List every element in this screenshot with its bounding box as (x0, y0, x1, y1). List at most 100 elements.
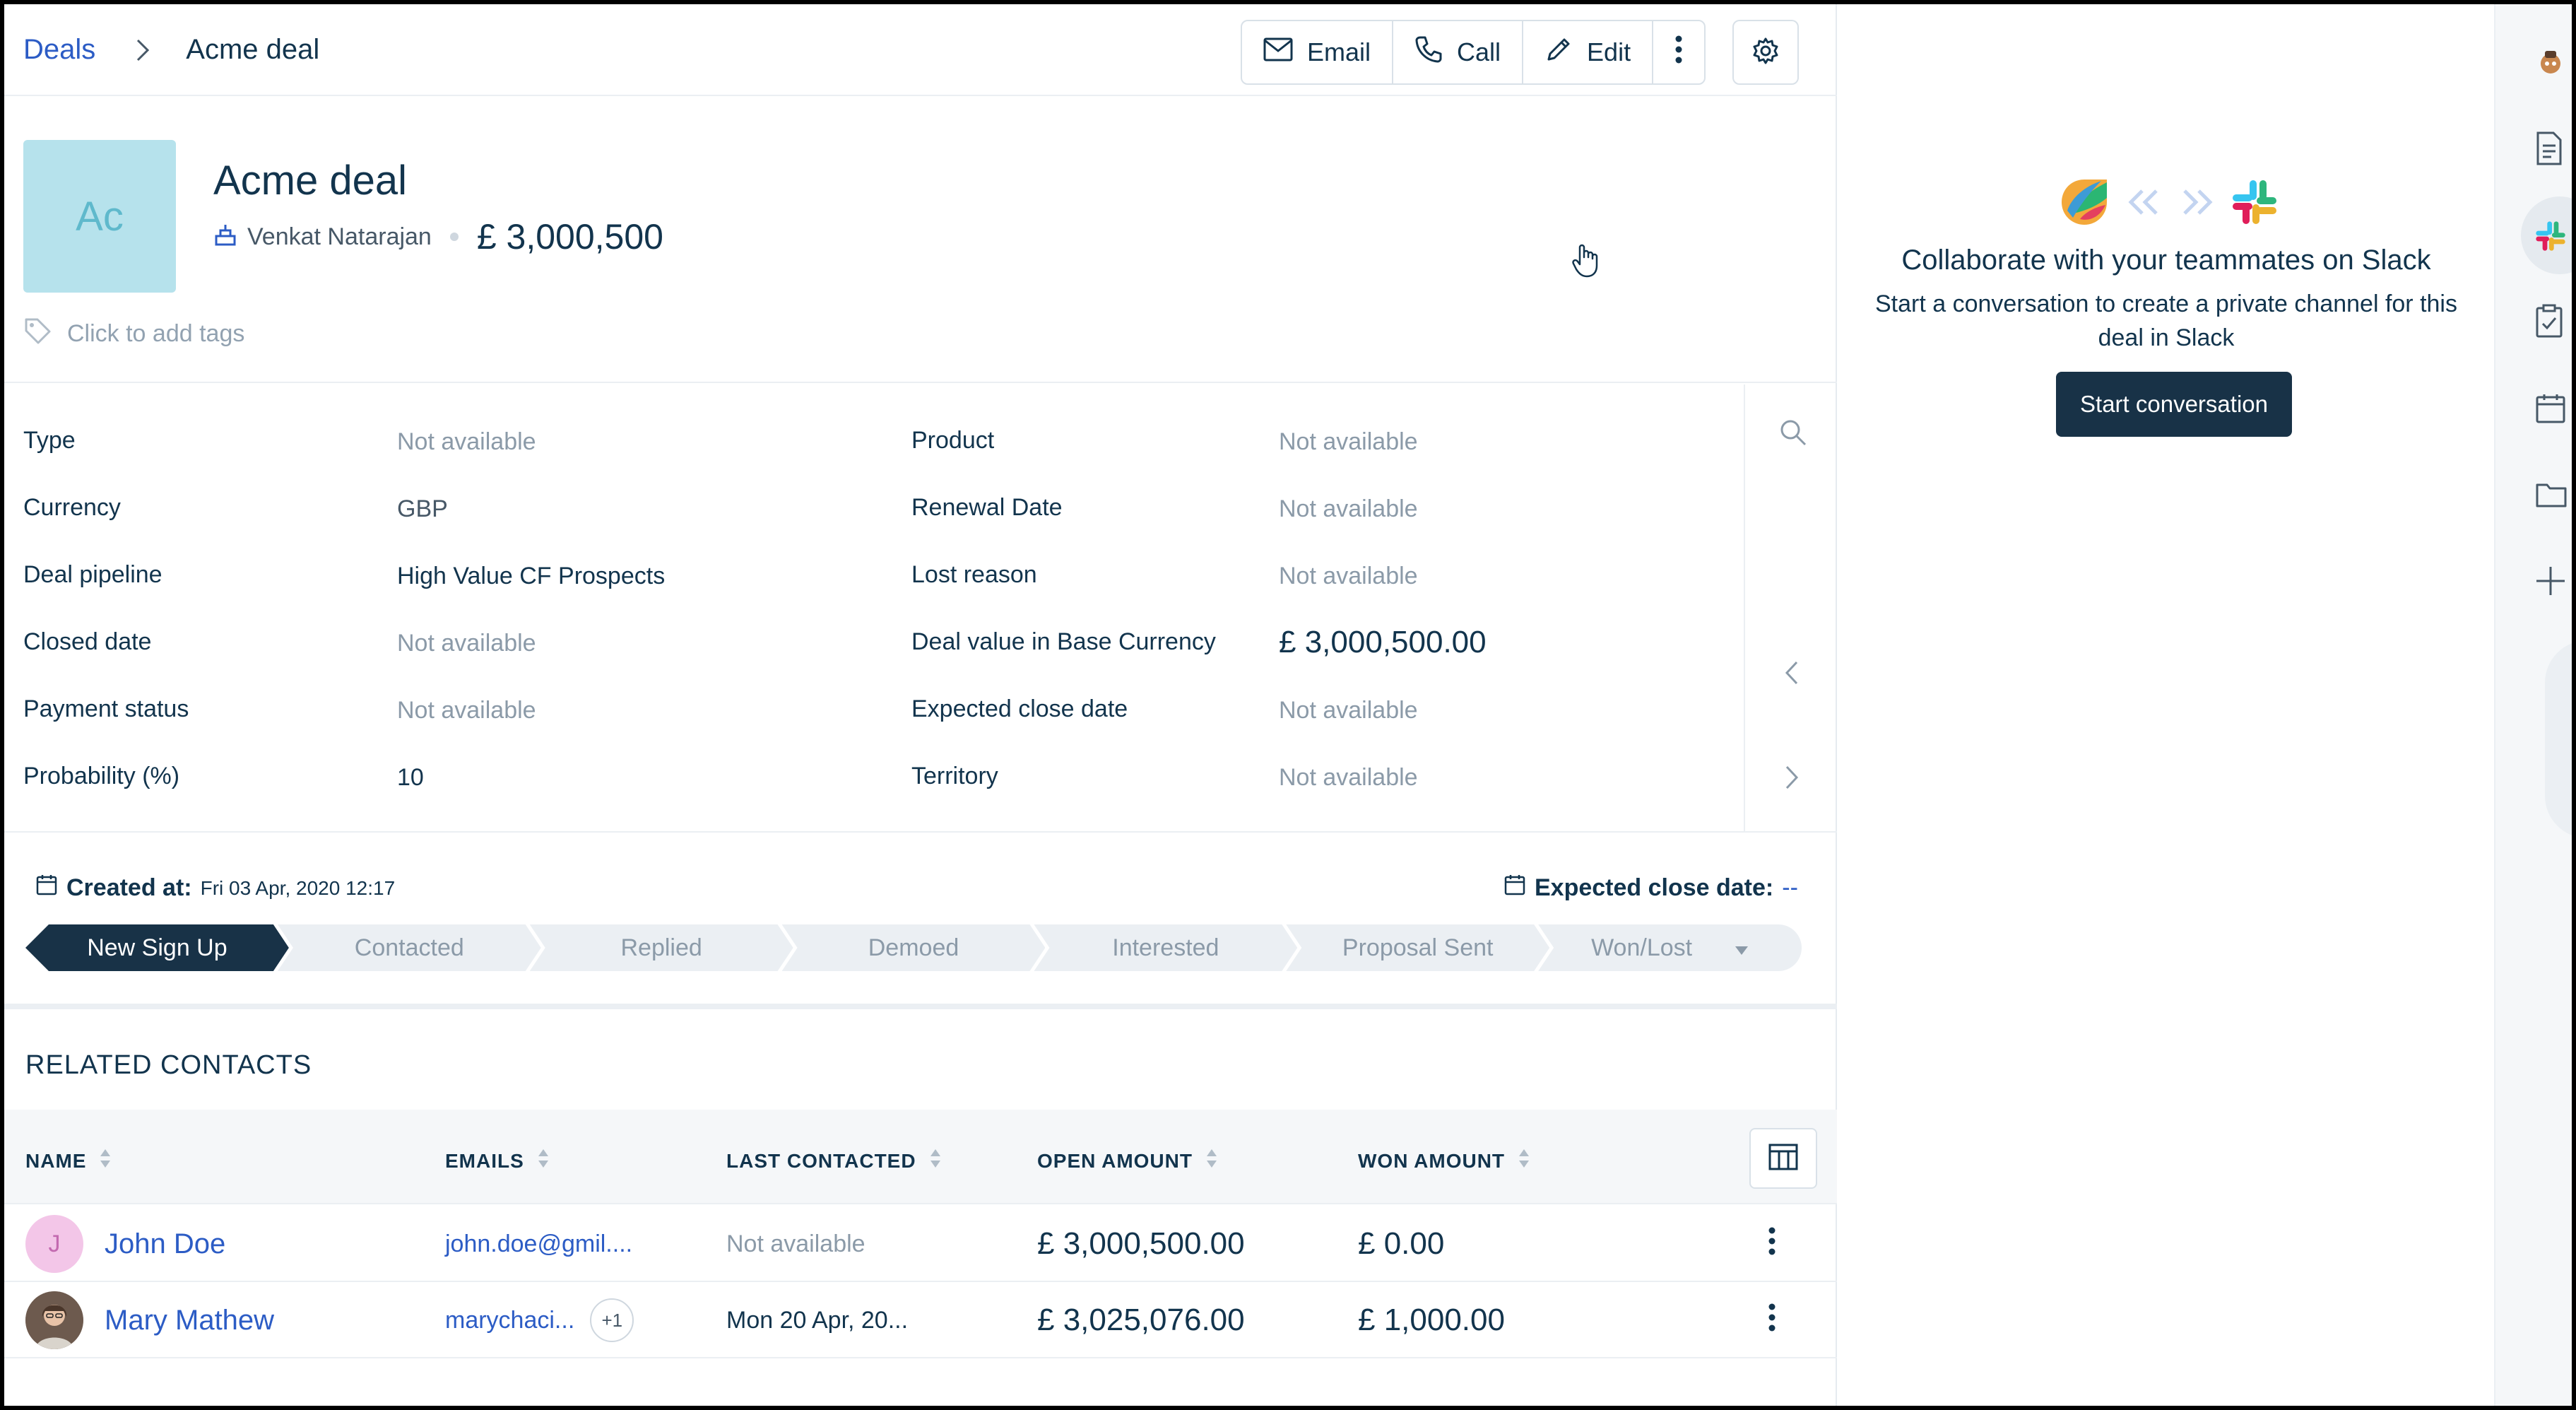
owner-row: Venkat Natarajan £ 3,000,500 (213, 216, 663, 257)
field-value-closed-date[interactable]: Not available (397, 630, 536, 657)
edit-button[interactable]: Edit (1523, 21, 1654, 83)
deal-pipeline-stages: Created at: Fri 03 Apr, 2020 12:17 Expec… (4, 834, 1837, 1009)
deal-detail-pane: Deals Acme deal Email Call Edit Ac Acme … (4, 4, 1837, 1406)
column-header-name[interactable]: NAME (25, 1148, 112, 1174)
field-value-renewal-date[interactable]: Not available (1279, 495, 1418, 523)
created-at-value: Fri 03 Apr, 2020 12:17 (200, 876, 396, 899)
contacts-table-header: NAME EMAILS LAST CONTACTED OPEN AMOUNT W… (4, 1110, 1837, 1204)
app-window: Deals Acme deal Email Call Edit Ac Acme … (4, 4, 2572, 1406)
sort-icon (537, 1148, 550, 1174)
related-contacts-title: RELATED CONTACTS (25, 1050, 312, 1080)
last-contacted-value: Not available (726, 1230, 865, 1257)
add-tags-placeholder: Click to add tags (67, 320, 245, 347)
stage-won-lost-label: Won/Lost (1591, 934, 1693, 961)
breadcrumb: Deals Acme deal (23, 34, 319, 66)
email-button[interactable]: Email (1242, 21, 1394, 83)
deal-fields: Type Not available Currency GBP Deal pip… (4, 384, 1744, 833)
stage-bar: New Sign Up Contacted Replied Demoed Int… (25, 924, 1802, 971)
avatar (25, 1291, 83, 1349)
open-amount-value: £ 3,025,076.00 (1037, 1303, 1245, 1337)
sort-icon (99, 1148, 112, 1174)
more-options-button[interactable] (1653, 21, 1704, 83)
calendar-icon[interactable] (2535, 387, 2572, 430)
contact-email-link[interactable]: john.doe@gmil.... (445, 1206, 632, 1282)
calendar-icon (35, 874, 58, 903)
search-icon[interactable] (1779, 418, 1807, 450)
field-value-type[interactable]: Not available (397, 428, 536, 456)
table-row: Mary Mathew marychaci... +1 Mon 20 Apr, … (4, 1282, 1837, 1358)
field-label-expected-close-date: Expected close date (911, 695, 1128, 722)
chevron-right-icon (129, 36, 158, 64)
stage-proposal-sent[interactable]: Proposal Sent (1286, 924, 1549, 971)
field-value-product[interactable]: Not available (1279, 428, 1418, 456)
field-label-base-currency-value: Deal value in Base Currency (911, 628, 1216, 655)
document-icon[interactable] (2535, 127, 2572, 170)
task-checklist-icon[interactable] (2535, 300, 2572, 342)
gear-icon (1751, 37, 1780, 69)
column-settings-button[interactable] (1749, 1128, 1817, 1189)
field-label-deal-pipeline: Deal pipeline (23, 561, 163, 588)
sort-icon (1205, 1148, 1218, 1174)
edit-button-label: Edit (1587, 37, 1631, 66)
breadcrumb-current: Acme deal (186, 34, 320, 65)
start-conversation-button[interactable]: Start conversation (2056, 372, 2292, 437)
column-header-last-contacted[interactable]: LAST CONTACTED (726, 1148, 942, 1174)
chevron-left-icon[interactable] (1785, 660, 1799, 689)
field-value-deal-pipeline[interactable]: High Value CF Prospects (397, 563, 665, 590)
slack-title: Collaborate with your teammates on Slack (1901, 245, 2431, 276)
expected-close-value[interactable]: -- (1782, 874, 1798, 902)
slack-logos (2059, 177, 2278, 231)
column-header-emails-label: EMAILS (445, 1149, 524, 1172)
stage-interested[interactable]: Interested (1034, 924, 1297, 971)
field-label-payment-status: Payment status (23, 695, 189, 722)
more-emails-badge[interactable]: +1 (590, 1298, 634, 1342)
contact-name-link[interactable]: John Doe (105, 1228, 225, 1260)
chevron-right-icon[interactable] (1785, 765, 1799, 794)
chat-launcher-bubble[interactable] (2545, 640, 2572, 838)
double-chevron-right-icon (2178, 188, 2217, 220)
column-header-emails[interactable]: EMAILS (445, 1148, 550, 1174)
stage-demoed[interactable]: Demoed (782, 924, 1046, 971)
stage-new-sign-up[interactable]: New Sign Up (25, 924, 289, 971)
row-actions-button[interactable] (1768, 1206, 1776, 1282)
phone-icon (1414, 35, 1443, 70)
deal-owner[interactable]: Venkat Natarajan (247, 223, 432, 251)
created-at-label: Created at: (66, 874, 192, 901)
field-value-payment-status[interactable]: Not available (397, 697, 536, 724)
right-icon-rail (2494, 4, 2572, 1406)
settings-button[interactable] (1732, 20, 1799, 85)
folder-icon[interactable] (2535, 474, 2572, 516)
field-value-territory[interactable]: Not available (1279, 764, 1418, 792)
column-header-won-amount[interactable]: WON AMOUNT (1358, 1148, 1530, 1174)
table-row: J John Doe john.doe@gmil.... Not availab… (4, 1206, 1837, 1282)
field-value-currency[interactable]: GBP (397, 495, 448, 523)
tag-icon (23, 317, 52, 351)
won-amount-value: £ 0.00 (1358, 1226, 1445, 1261)
expected-close-label: Expected close date: (1535, 874, 1774, 901)
email-button-label: Email (1307, 37, 1371, 66)
call-button[interactable]: Call (1393, 21, 1524, 83)
field-value-expected-close-date[interactable]: Not available (1279, 697, 1418, 724)
pencil-icon (1544, 35, 1573, 70)
add-tags[interactable]: Click to add tags (23, 317, 244, 351)
field-value-probability[interactable]: 10 (397, 764, 424, 792)
caret-down-icon (1735, 934, 1749, 962)
contact-email-link[interactable]: marychaci... (445, 1307, 574, 1334)
contact-name-link[interactable]: Mary Mathew (105, 1305, 274, 1336)
row-actions-button[interactable] (1768, 1282, 1776, 1358)
field-label-probability: Probability (%) (23, 763, 180, 789)
freshworks-logo-icon (2059, 177, 2110, 231)
more-vertical-icon (1674, 35, 1683, 70)
open-amount-value: £ 3,000,500.00 (1037, 1226, 1245, 1261)
breadcrumb-deals-link[interactable]: Deals (23, 34, 95, 66)
field-value-lost-reason[interactable]: Not available (1279, 563, 1418, 590)
stage-won-lost[interactable]: Won/Lost (1538, 924, 1802, 971)
slack-icon[interactable] (2535, 215, 2572, 257)
plus-icon[interactable] (2535, 560, 2572, 602)
field-value-base-currency-value: £ 3,000,500.00 (1279, 625, 1487, 659)
column-header-open-amount[interactable]: OPEN AMOUNT (1037, 1148, 1218, 1174)
stage-contacted[interactable]: Contacted (278, 924, 541, 971)
column-header-open-amount-label: OPEN AMOUNT (1037, 1149, 1193, 1172)
stage-replied[interactable]: Replied (530, 924, 793, 971)
bot-avatar-icon[interactable] (2535, 41, 2572, 83)
